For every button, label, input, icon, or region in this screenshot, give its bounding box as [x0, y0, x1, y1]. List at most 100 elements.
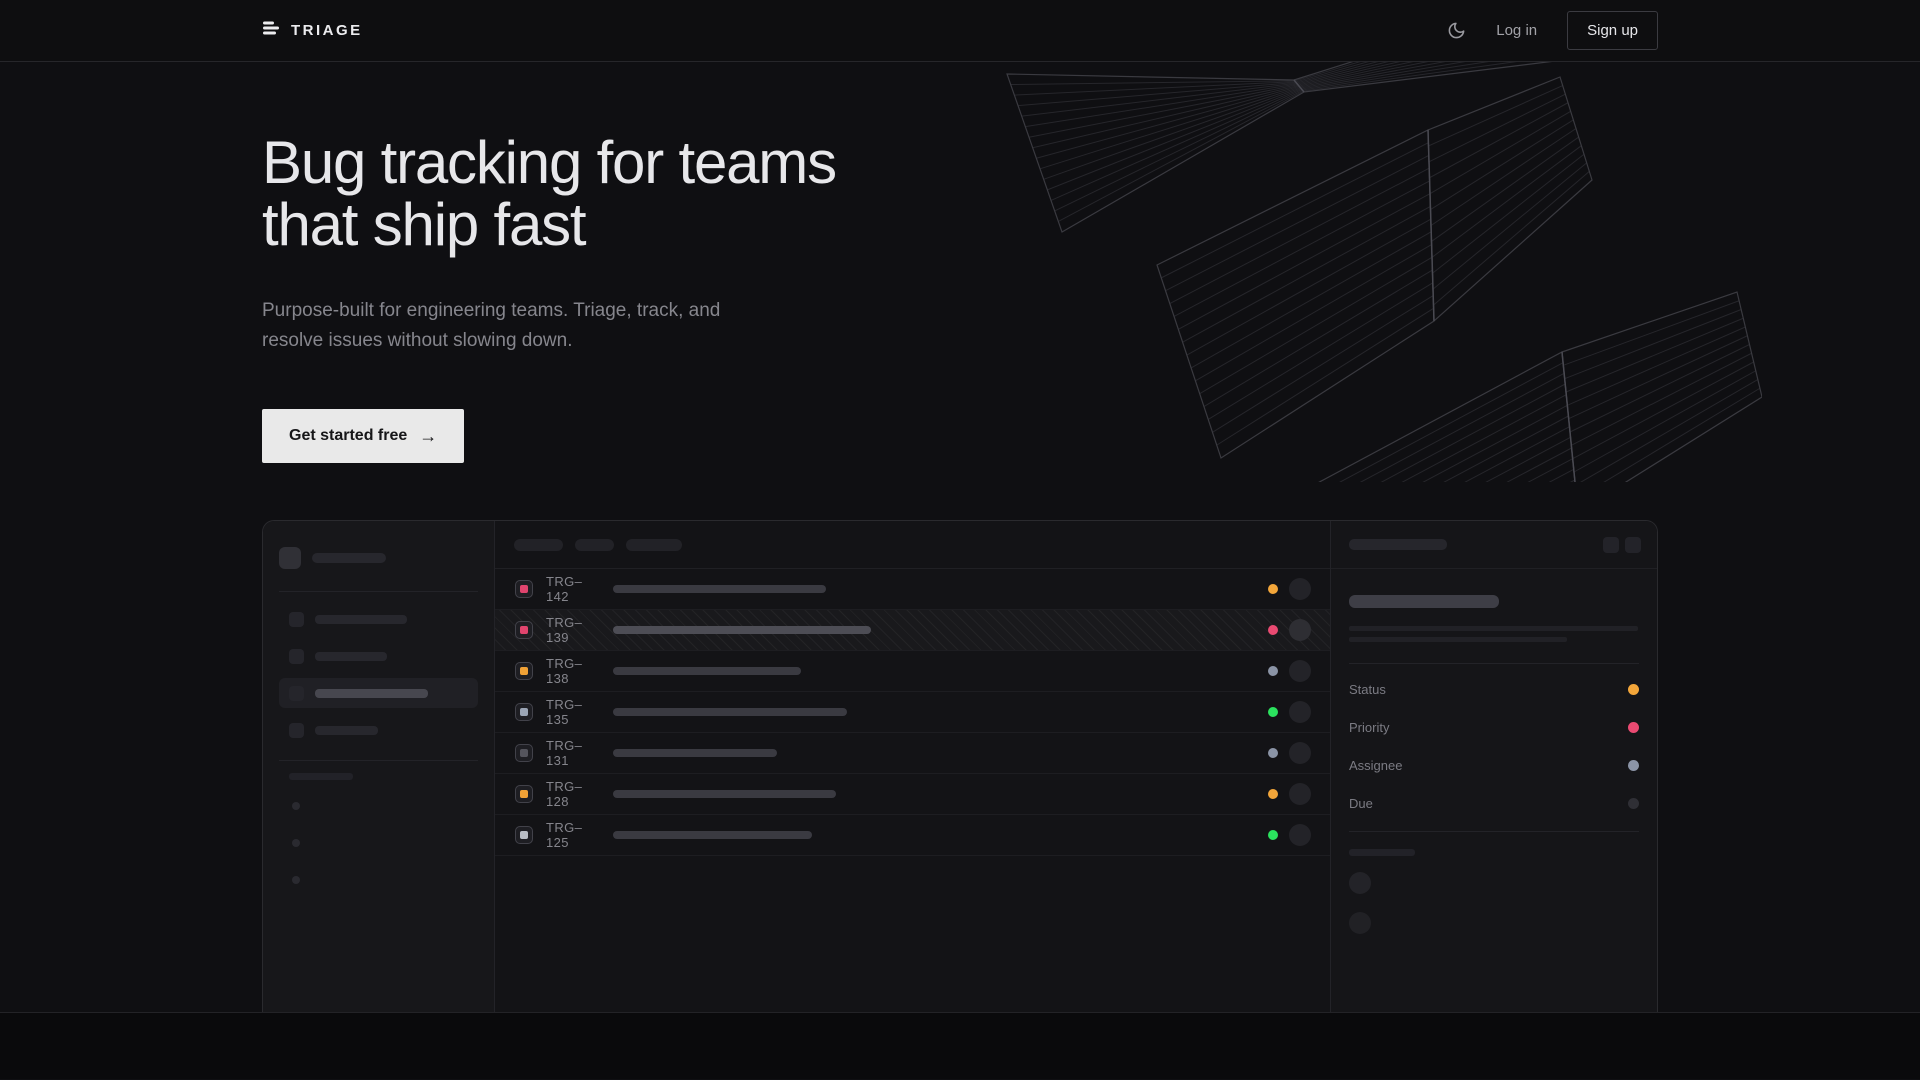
status-dot [1268, 707, 1278, 717]
issue-row: TRG–139 [495, 610, 1330, 651]
issue-row: TRG–128 [495, 774, 1330, 815]
issue-id: TRG–138 [546, 656, 600, 686]
divider [1349, 663, 1639, 664]
arrow-right-icon: → [419, 427, 437, 445]
skeleton-bar [315, 689, 428, 698]
issue-row: TRG–131 [495, 733, 1330, 774]
assignee-avatar [1289, 619, 1311, 641]
issue-id: TRG–135 [546, 697, 600, 727]
issue-row: TRG–135 [495, 692, 1330, 733]
app-mockup: TRG–142 TRG–139 TRG–138 TRG–135 TRG–131 [262, 520, 1658, 1013]
hero-subtitle: Purpose-built for engineering teams. Tri… [262, 296, 1658, 356]
status-dot [1268, 830, 1278, 840]
assignee-avatar [1289, 824, 1311, 846]
issue-type-icon [515, 703, 533, 721]
skeleton-bar [613, 585, 826, 593]
skeleton-bar [315, 652, 387, 661]
skeleton-bar [613, 708, 847, 716]
skeleton-tab [626, 539, 682, 551]
sidebar-item-icon [289, 649, 304, 664]
skeleton-line [1349, 637, 1567, 642]
footer-band [0, 1013, 1920, 1079]
theme-toggle-button[interactable] [1446, 21, 1466, 41]
issue-row: TRG–142 [495, 569, 1330, 610]
mockup-detail-panel: Status Priority Assignee Due [1330, 521, 1657, 1013]
sidebar-item-icon [289, 686, 304, 701]
skeleton-tab [514, 539, 563, 551]
detail-field-dot [1628, 722, 1639, 733]
divider [279, 591, 478, 592]
list-header [495, 521, 1330, 569]
assignee-avatar [1289, 783, 1311, 805]
detail-field: Assignee [1349, 746, 1639, 784]
issue-row: TRG–125 [495, 815, 1330, 856]
sidebar-item [279, 604, 478, 634]
assignee-avatar [1289, 660, 1311, 682]
status-dot [1268, 625, 1278, 635]
issue-row: TRG–138 [495, 651, 1330, 692]
hero-section: Bug tracking for teams that ship fast Pu… [0, 62, 1920, 1013]
assignee-avatar [1289, 578, 1311, 600]
skeleton-bar [1349, 539, 1447, 550]
divider [1349, 831, 1639, 832]
sidebar-dot [292, 876, 300, 884]
mockup-sidebar [263, 521, 495, 1013]
status-dot [1268, 584, 1278, 594]
issue-type-icon [515, 662, 533, 680]
status-dot [1268, 748, 1278, 758]
divider [279, 760, 478, 761]
detail-field-label: Assignee [1349, 758, 1402, 773]
skeleton-bar [613, 749, 777, 757]
detail-field-label: Status [1349, 682, 1386, 697]
triage-logo-icon [262, 19, 280, 42]
mockup-issue-list: TRG–142 TRG–139 TRG–138 TRG–135 TRG–131 [495, 521, 1330, 1013]
sidebar-dot [292, 839, 300, 847]
panel-action-square [1625, 537, 1641, 553]
issue-type-icon [515, 580, 533, 598]
skeleton-bar [289, 773, 353, 780]
get-started-button[interactable]: Get started free → [262, 409, 464, 463]
issue-type-icon [515, 621, 533, 639]
issue-id: TRG–142 [546, 574, 600, 604]
moon-icon [1447, 21, 1466, 40]
issue-id: TRG–139 [546, 615, 600, 645]
skeleton-bar [312, 553, 386, 563]
skeleton-bar [613, 831, 812, 839]
signup-button[interactable]: Sign up [1567, 11, 1658, 50]
detail-field: Due [1349, 784, 1639, 822]
sidebar-item [279, 641, 478, 671]
detail-field-label: Priority [1349, 720, 1389, 735]
status-dot [1268, 666, 1278, 676]
sidebar-item [279, 715, 478, 745]
skeleton-bar [315, 615, 407, 624]
skeleton-line [1349, 626, 1638, 631]
page-title: Bug tracking for teams that ship fast [262, 132, 1658, 256]
workspace-avatar [279, 547, 301, 569]
panel-header [1331, 521, 1657, 569]
detail-field-dot [1628, 684, 1639, 695]
status-dot [1268, 789, 1278, 799]
issue-type-icon [515, 744, 533, 762]
skeleton-bar [1349, 849, 1415, 856]
detail-field-dot [1628, 760, 1639, 771]
skeleton-bar [613, 667, 801, 675]
panel-action-square [1603, 537, 1619, 553]
issue-id: TRG–125 [546, 820, 600, 850]
detail-field-label: Due [1349, 796, 1373, 811]
sidebar-item-icon [289, 723, 304, 738]
login-link[interactable]: Log in [1496, 22, 1537, 39]
skeleton-bar [613, 626, 871, 634]
skeleton-bar [315, 726, 378, 735]
detail-field: Priority [1349, 708, 1639, 746]
issue-id: TRG–131 [546, 738, 600, 768]
sidebar-item-icon [289, 612, 304, 627]
detail-field-dot [1628, 798, 1639, 809]
sidebar-dot [292, 802, 300, 810]
issue-id: TRG–128 [546, 779, 600, 809]
skeleton-bar [613, 790, 836, 798]
skeleton-tab [575, 539, 614, 551]
detail-field: Status [1349, 670, 1639, 708]
assignee-avatar [1289, 701, 1311, 723]
brand-logo[interactable]: TRIAGE [262, 19, 363, 42]
avatar-placeholder [1349, 912, 1371, 934]
